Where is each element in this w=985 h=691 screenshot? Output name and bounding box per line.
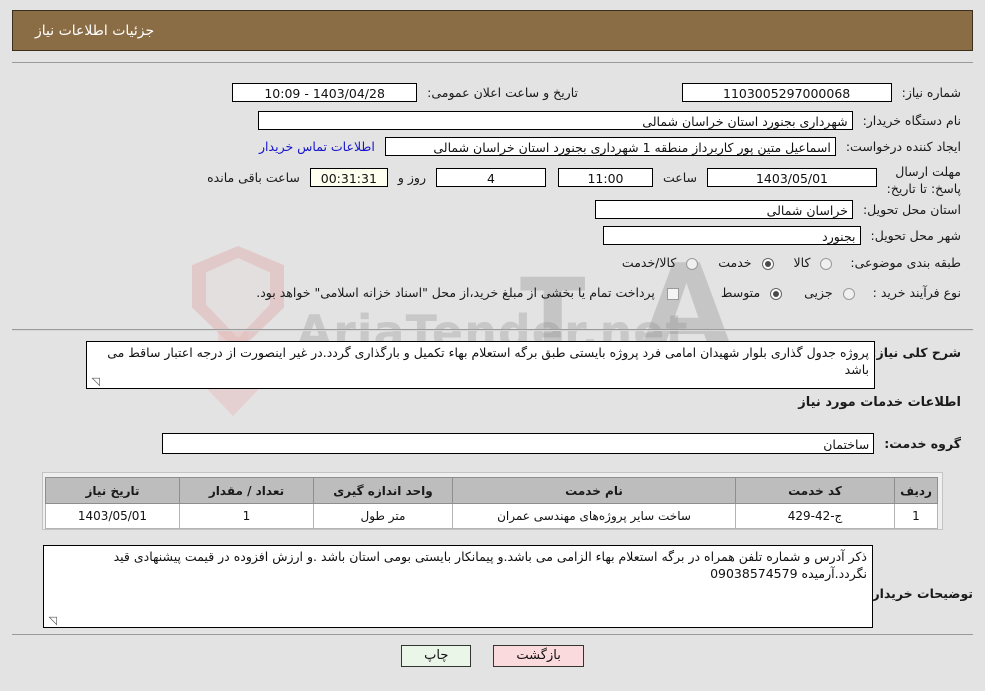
section-divider <box>12 329 973 331</box>
table-header-row: ردیف کد خدمت نام خدمت واحد اندازه گیری ت… <box>45 477 938 504</box>
field-city: شهر محل تحویل: بجنورد <box>602 226 961 245</box>
field-need-number: شماره نیاز: 1103005297000068 <box>681 83 961 102</box>
table-col-unit: واحد اندازه گیری <box>313 477 453 504</box>
description-textarea[interactable]: پروژه جدول گذاری بلوار شهیدان امامی فرد … <box>86 341 875 389</box>
buyer-notes-textarea[interactable]: ذکر آدرس و شماره تلفن همراه در برگه استع… <box>43 545 873 628</box>
cell-unit: متر طول <box>313 503 453 529</box>
field-category: طبقه بندی موضوعی: کالا خدمت کالا/خدمت <box>622 255 961 270</box>
process-label: نوع فرآیند خرید : <box>872 285 961 300</box>
radio-icon[interactable] <box>842 287 855 300</box>
buyer-org-value: شهرداری بجنورد استان خراسان شمالی <box>257 111 853 130</box>
deadline-date-value: 1403/05/01 <box>707 168 877 187</box>
field-description-label: شرح کلی نیاز: <box>872 345 961 360</box>
services-heading-row: اطلاعات خدمات مورد نیاز <box>798 395 961 410</box>
radio-icon[interactable] <box>770 287 783 300</box>
requester-value: اسماعیل متین پور کاربرداز منطقه 1 شهردار… <box>384 137 836 156</box>
city-value: بجنورد <box>602 226 861 245</box>
city-label: شهر محل تحویل: <box>870 228 961 243</box>
category-radio-1[interactable]: خدمت <box>718 255 774 270</box>
table-col-date: تاریخ نیاز <box>45 477 180 504</box>
need-number-label: شماره نیاز: <box>901 85 961 100</box>
field-service-group: گروه خدمت: ساختمان <box>162 433 961 454</box>
service-group-label: گروه خدمت: <box>884 436 961 451</box>
need-number-value: 1103005297000068 <box>681 83 892 102</box>
back-button[interactable]: بازگشت <box>493 645 584 667</box>
days-label: روز و <box>397 170 426 185</box>
field-process: نوع فرآیند خرید : جزیی متوسط پرداخت تمام… <box>256 285 961 300</box>
radio-icon[interactable] <box>686 257 699 270</box>
table-col-name: نام خدمت <box>452 477 736 504</box>
resize-grip-icon[interactable]: ◹ <box>47 615 57 626</box>
table-row: 1 ج-42-429 ساخت سایر پروژه‌های مهندسی عم… <box>45 503 938 529</box>
cell-row: 1 <box>894 503 938 529</box>
table-col-code: کد خدمت <box>735 477 895 504</box>
treasury-checkbox-group[interactable]: پرداخت تمام یا بخشی از مبلغ خرید،از محل … <box>256 285 679 300</box>
radio-icon[interactable] <box>761 257 774 270</box>
page-title: جزئیات اطلاعات نیاز <box>35 22 155 39</box>
deadline-time-value: 11:00 <box>557 168 653 187</box>
days-remaining-value: 4 <box>435 168 546 187</box>
countdown-timer: 00:31:31 <box>309 168 388 187</box>
process-radio-1[interactable]: متوسط <box>720 285 783 300</box>
cell-name: ساخت سایر پروژه‌های مهندسی عمران <box>452 503 736 529</box>
field-buyer-org: نام دستگاه خریدار: شهرداری بجنورد استان … <box>257 111 961 130</box>
services-table: ردیف کد خدمت نام خدمت واحد اندازه گیری ت… <box>45 477 938 529</box>
radio-icon[interactable] <box>820 257 833 270</box>
hour-label: ساعت <box>662 170 697 185</box>
cell-code: ج-42-429 <box>735 503 895 529</box>
field-deadline-label: مهلت ارسال پاسخ: تا تاریخ: <box>883 163 961 197</box>
province-label: استان محل تحویل: <box>862 202 961 217</box>
table-col-row: ردیف <box>894 477 938 504</box>
process-option-label-1: متوسط <box>720 285 761 300</box>
checkbox-icon[interactable] <box>666 287 679 300</box>
description-label: شرح کلی نیاز: <box>871 345 961 360</box>
process-option-label-0: جزیی <box>804 285 833 300</box>
services-heading: اطلاعات خدمات مورد نیاز <box>798 395 961 410</box>
public-announce-label: تاریخ و ساعت اعلان عمومی: <box>427 85 578 100</box>
category-label: طبقه بندی موضوعی: <box>850 255 961 270</box>
field-requester: ایجاد کننده درخواست: اسماعیل متین پور کا… <box>259 137 961 156</box>
buyer-notes-value: ذکر آدرس و شماره تلفن همراه در برگه استع… <box>113 549 867 581</box>
hours-remaining-label: ساعت باقی مانده <box>207 170 300 185</box>
buyer-notes-label: توضیحات خریدار: <box>867 586 973 601</box>
page-title-bar: جزئیات اطلاعات نیاز <box>12 10 973 51</box>
deadline-label: مهلت ارسال پاسخ: تا تاریخ: <box>886 164 961 196</box>
field-public-announce: تاریخ و ساعت اعلان عمومی: 1403/04/28 - 1… <box>232 83 578 102</box>
field-province: استان محل تحویل: خراسان شمالی <box>594 200 961 219</box>
process-radio-0[interactable]: جزیی <box>804 285 855 300</box>
category-option-label-2: کالا/خدمت <box>621 255 677 270</box>
requester-label: ایجاد کننده درخواست: <box>845 139 961 154</box>
buyer-notes-label-row: توضیحات خریدار: <box>867 586 973 601</box>
category-radio-0[interactable]: کالا <box>794 255 833 270</box>
buyer-contact-link[interactable]: اطلاعات تماس خریدار <box>259 139 375 154</box>
category-option-label-1: خدمت <box>718 255 752 270</box>
cell-date: 1403/05/01 <box>45 503 180 529</box>
category-radio-2[interactable]: کالا/خدمت <box>621 255 699 270</box>
category-option-label-0: کالا <box>793 255 811 270</box>
description-value: پروژه جدول گذاری بلوار شهیدان امامی فرد … <box>107 345 869 377</box>
print-button[interactable]: چاپ <box>401 645 472 667</box>
services-table-wrapper: ردیف کد خدمت نام خدمت واحد اندازه گیری ت… <box>42 472 943 530</box>
action-button-row: بازگشت چاپ <box>12 645 973 667</box>
resize-grip-icon[interactable]: ◹ <box>90 376 100 387</box>
field-deadline-values: 1403/05/01 ساعت 11:00 4 روز و 00:31:31 س… <box>207 168 877 187</box>
buyer-org-label: نام دستگاه خریدار: <box>862 113 961 128</box>
public-announce-value: 1403/04/28 - 10:09 <box>232 83 418 102</box>
province-value: خراسان شمالی <box>594 200 853 219</box>
service-group-value: ساختمان <box>162 433 875 454</box>
cell-qty: 1 <box>179 503 314 529</box>
table-col-qty: تعداد / مقدار <box>179 477 314 504</box>
treasury-note-label: پرداخت تمام یا بخشی از مبلغ خرید،از محل … <box>256 285 655 300</box>
